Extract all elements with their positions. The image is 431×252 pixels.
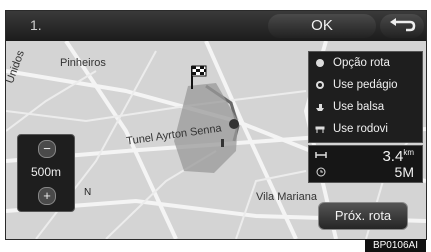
- menu-item-use-ferry[interactable]: Use balsa: [309, 96, 422, 118]
- return-arrow-icon: [390, 18, 416, 32]
- compass-icon[interactable]: N: [84, 187, 91, 198]
- time-value: 5M: [394, 164, 414, 180]
- ferry-icon: [316, 104, 324, 111]
- zoom-in-button[interactable]: +: [38, 187, 56, 205]
- toll-icon: [316, 81, 324, 89]
- menu-item-label: Opção rota: [333, 57, 390, 69]
- navigation-screen: Pinheiros Unidos Tunel Ayrton Senna Vila…: [5, 10, 427, 240]
- back-button[interactable]: [380, 14, 424, 38]
- step-number: 1.: [30, 17, 42, 33]
- next-route-button[interactable]: Próx. rota: [318, 202, 408, 230]
- menu-item-label: Use balsa: [333, 101, 385, 113]
- menu-item-route-option[interactable]: Opção rota: [309, 52, 422, 74]
- route-option-icon: [316, 59, 324, 67]
- distance-readout: 3.4km: [382, 148, 414, 165]
- distance-value: 3.4: [382, 148, 404, 165]
- map-label-pinheiros: Pinheiros: [60, 57, 106, 69]
- distance-unit: km: [403, 148, 414, 157]
- highway-icon: [315, 126, 325, 133]
- route-info-panel: 3.4km 5M: [308, 145, 423, 183]
- image-code-label: BP0106AI: [365, 239, 426, 252]
- zoom-control: − 500m +: [17, 134, 75, 212]
- zoom-out-button[interactable]: −: [38, 140, 56, 158]
- clock-icon: [316, 167, 326, 177]
- distance-icon: [315, 152, 327, 158]
- menu-item-label: Use pedágio: [333, 79, 398, 91]
- menu-item-use-toll[interactable]: Use pedágio: [309, 74, 422, 96]
- menu-item-use-highway[interactable]: Use rodovi: [309, 118, 422, 140]
- menu-item-label: Use rodovi: [333, 123, 388, 135]
- map-label-vila-mariana: Vila Mariana: [256, 191, 317, 203]
- route-options-menu: Opção rota Use pedágio Use balsa Use rod…: [308, 51, 423, 143]
- ok-button[interactable]: OK: [268, 14, 376, 38]
- map-scale: 500m: [30, 165, 62, 179]
- top-bar: 1. OK: [6, 11, 426, 41]
